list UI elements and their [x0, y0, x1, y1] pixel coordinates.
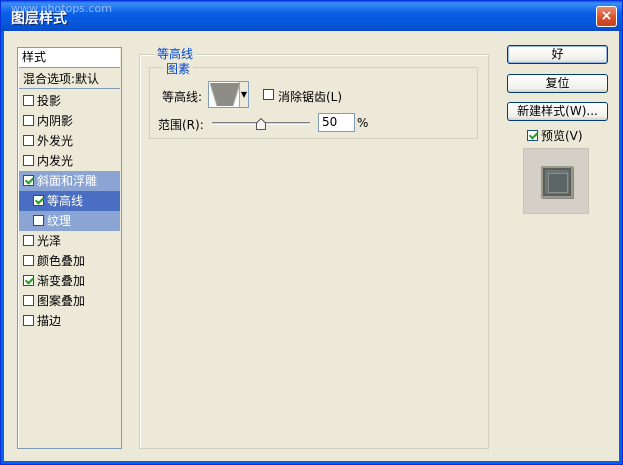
style-item-inner-glow[interactable]: 内发光	[19, 151, 120, 171]
style-item-texture[interactable]: 纹理	[19, 211, 120, 231]
reset-button[interactable]: 复位	[507, 74, 608, 93]
style-item-label: 光泽	[37, 234, 62, 248]
style-item-label: 斜面和浮雕	[37, 174, 98, 188]
contour-curve-preview	[209, 82, 241, 107]
range-label: 范围(R):	[158, 118, 204, 132]
window-border-left	[1, 31, 4, 464]
window-border-right	[619, 31, 622, 464]
style-item-pattern-overlay[interactable]: 图案叠加	[19, 291, 120, 311]
style-item-outer-glow[interactable]: 外发光	[19, 131, 120, 151]
style-preview-thumbnail	[523, 148, 589, 214]
title-bar[interactable]: www.photops.com 图层样式 ×	[1, 1, 622, 31]
new-style-button[interactable]: 新建样式(W)...	[507, 102, 608, 121]
window-border-bottom	[1, 461, 622, 464]
style-item-label: 渐变叠加	[37, 274, 86, 288]
anti-alias-checkbox[interactable]	[263, 89, 274, 100]
style-item-inner-shadow[interactable]: 内阴影	[19, 111, 120, 131]
style-item-label: 纹理	[47, 214, 72, 228]
drop-shadow-checkbox[interactable]	[23, 95, 34, 106]
style-item-label: 等高线	[47, 194, 84, 208]
preview-toggle[interactable]: 预览(V)	[527, 127, 583, 144]
style-item-label: 投影	[37, 94, 62, 108]
ok-button[interactable]: 好	[507, 45, 608, 64]
contour-picker[interactable]: ▼	[208, 81, 249, 108]
range-unit: %	[357, 116, 369, 130]
slider-thumb-icon[interactable]	[256, 118, 266, 130]
style-item-label: 内发光	[37, 154, 74, 168]
close-button[interactable]: ×	[596, 6, 617, 27]
style-item-blending-options[interactable]: 混合选项:默认	[19, 69, 120, 89]
gradient-overlay-checkbox[interactable]	[23, 275, 34, 286]
inner-glow-checkbox[interactable]	[23, 155, 34, 166]
contour-checkbox[interactable]	[33, 195, 44, 206]
preview-swatch	[541, 166, 573, 198]
style-item-label: 颜色叠加	[37, 254, 86, 268]
style-item-label: 图案叠加	[37, 294, 86, 308]
style-item-label: 内阴影	[37, 114, 74, 128]
bevel-emboss-checkbox[interactable]	[23, 175, 34, 186]
contour-curve-icon	[209, 82, 241, 107]
style-item-label: 外发光	[37, 134, 74, 148]
color-overlay-checkbox[interactable]	[23, 255, 34, 266]
style-item-satin[interactable]: 光泽	[19, 231, 120, 251]
style-list-header[interactable]: 样式	[19, 48, 120, 68]
style-list: 样式 混合选项:默认 投影 内阴影 外发光 内发光 斜面和浮雕 等高线 纹理 光…	[17, 47, 122, 449]
texture-checkbox[interactable]	[33, 215, 44, 226]
style-item-label: 描边	[37, 314, 62, 328]
contour-label: 等高线:	[162, 90, 203, 104]
style-item-color-overlay[interactable]: 颜色叠加	[19, 251, 120, 271]
stroke-checkbox[interactable]	[23, 315, 34, 326]
layer-style-dialog: www.photops.com 图层样式 × 样式 混合选项:默认 投影 内阴影…	[0, 0, 623, 465]
dialog-title: 图层样式	[11, 11, 67, 27]
satin-checkbox[interactable]	[23, 235, 34, 246]
preview-label: 预览(V)	[541, 129, 583, 143]
style-item-gradient-overlay[interactable]: 渐变叠加	[19, 271, 120, 291]
style-item-bevel-emboss[interactable]: 斜面和浮雕	[19, 171, 120, 191]
elements-group-title: 图素	[163, 60, 194, 77]
preview-checkbox[interactable]	[527, 130, 538, 141]
inner-shadow-checkbox[interactable]	[23, 115, 34, 126]
style-item-contour[interactable]: 等高线	[19, 191, 120, 211]
style-item-drop-shadow[interactable]: 投影	[19, 91, 120, 111]
chevron-down-icon[interactable]: ▼	[239, 82, 248, 107]
pattern-overlay-checkbox[interactable]	[23, 295, 34, 306]
close-icon: ×	[600, 8, 613, 24]
range-input[interactable]: 50	[318, 113, 355, 132]
outer-glow-checkbox[interactable]	[23, 135, 34, 146]
anti-alias-label: 消除锯齿(L)	[278, 90, 343, 104]
style-item-stroke[interactable]: 描边	[19, 311, 120, 331]
style-item-label: 混合选项:默认	[23, 72, 100, 86]
